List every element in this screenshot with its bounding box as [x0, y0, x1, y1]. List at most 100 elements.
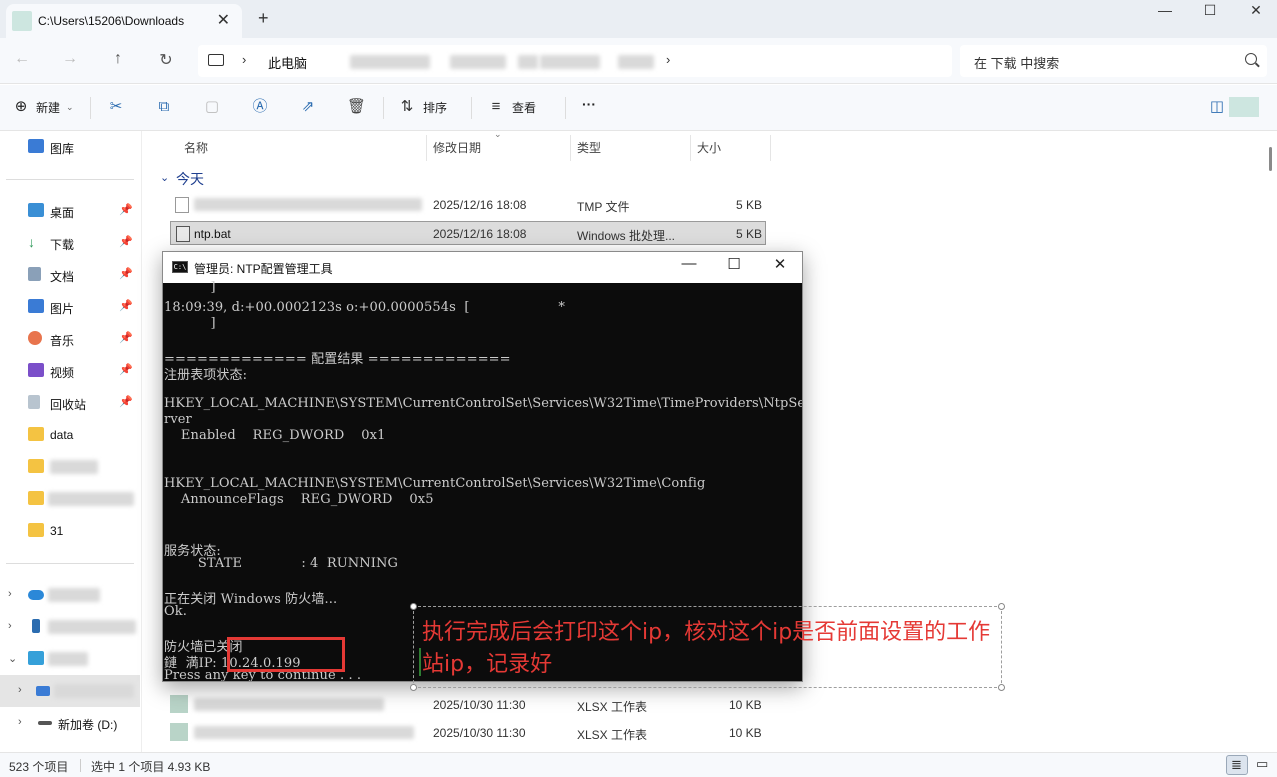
breadcrumb-this-pc[interactable]: 此电脑 [268, 53, 307, 72]
sort-button[interactable]: 排序 [423, 99, 447, 116]
cloud-icon [28, 590, 44, 600]
column-divider[interactable] [770, 135, 771, 161]
column-divider[interactable] [426, 135, 427, 161]
redacted-path [618, 55, 654, 69]
folder-icon [28, 427, 44, 441]
table-row[interactable]: ntp.bat 2025/12/16 18:08 Windows 批处理... … [170, 221, 766, 245]
sidebar-item-folder[interactable] [0, 451, 140, 483]
sidebar-item-label: 桌面 [50, 206, 75, 220]
drive-icon [38, 721, 52, 725]
sidebar-item-downloads[interactable]: ↓ 下载 📌 [0, 227, 140, 259]
sidebar-item-data[interactable]: data [0, 419, 140, 451]
tab-close-icon[interactable]: ✕ [217, 10, 230, 30]
pin-icon[interactable]: 📌 [119, 235, 133, 248]
column-header-date[interactable]: 修改日期 [433, 139, 481, 156]
search-box[interactable]: 在 下载 中搜索 [960, 45, 1267, 77]
search-icon[interactable] [1245, 53, 1257, 65]
copy-icon[interactable]: ⧉ [155, 98, 173, 116]
column-divider[interactable] [570, 135, 571, 161]
sidebar-item-music[interactable]: 音乐 📌 [0, 323, 140, 355]
new-button[interactable]: 新建 [36, 99, 60, 116]
close-button[interactable]: ✕ [1236, 2, 1276, 26]
details-view-button[interactable]: ≣ [1226, 755, 1248, 775]
group-header-today[interactable]: 今天 [176, 169, 204, 189]
refresh-icon[interactable]: ↻ [154, 50, 178, 72]
xlsx-file-icon [170, 695, 188, 713]
sidebar-item-documents[interactable]: 文档 📌 [0, 259, 140, 291]
resize-handle[interactable] [410, 603, 417, 610]
table-row[interactable]: 2025/10/30 11:30 XLSX 工作表 10 KB [170, 693, 766, 717]
pin-icon[interactable]: 📌 [119, 363, 133, 376]
pin-icon[interactable]: 📌 [119, 203, 133, 216]
pin-icon[interactable]: 📌 [119, 299, 133, 312]
view-button[interactable]: 查看 [512, 99, 536, 116]
sidebar-item-folder[interactable] [0, 483, 140, 515]
chevron-right-icon[interactable]: › [18, 684, 22, 696]
explorer-tab[interactable]: C:\Users\15206\Downloads ✕ [6, 4, 242, 38]
sort-icon[interactable]: ⇅ [398, 98, 416, 116]
console-maximize-button[interactable]: ☐ [712, 255, 756, 279]
sidebar-item-phone[interactable]: › [0, 611, 140, 643]
tiles-view-button[interactable]: ▭ [1252, 755, 1274, 775]
chevron-right-icon[interactable]: › [242, 52, 246, 67]
details-pane-icon[interactable]: ◫ [1208, 98, 1226, 116]
scrollbar-thumb[interactable] [1269, 147, 1272, 171]
console-title-bar[interactable]: C:\ 管理员: NTP配置管理工具 — ☐ ✕ [163, 252, 802, 283]
chevron-down-icon[interactable]: ⌄ [160, 171, 169, 184]
new-tab-button[interactable]: + [258, 8, 269, 29]
chevron-right-icon[interactable]: › [8, 588, 12, 600]
sidebar-item-pictures[interactable]: 图片 📌 [0, 291, 140, 323]
search-input[interactable]: 在 下载 中搜索 [974, 53, 1059, 72]
column-header-size[interactable]: 大小 [697, 139, 721, 156]
console-line: HKEY_LOCAL_MACHINE\SYSTEM\CurrentControl… [164, 476, 706, 491]
chevron-down-icon[interactable]: ⌄ [66, 102, 74, 113]
cut-icon[interactable]: ✂ [107, 98, 125, 116]
sidebar-item-this-pc[interactable]: ⌄ [0, 643, 140, 675]
desktop-icon [28, 203, 44, 217]
back-icon[interactable]: ← [10, 50, 34, 72]
resize-handle[interactable] [998, 603, 1005, 610]
pin-icon[interactable]: 📌 [119, 395, 133, 408]
chevron-right-icon[interactable]: › [666, 52, 670, 67]
redacted-path [540, 55, 600, 69]
maximize-button[interactable]: ☐ [1190, 2, 1230, 26]
sidebar-item-drive-c[interactable]: › [0, 675, 140, 707]
resize-handle[interactable] [998, 684, 1005, 691]
column-header-name[interactable]: 名称 [184, 139, 208, 156]
column-header-type[interactable]: 类型 [577, 139, 601, 156]
console-minimize-button[interactable]: — [667, 255, 711, 279]
sidebar-item-label: 文档 [50, 270, 75, 284]
column-divider[interactable] [690, 135, 691, 161]
delete-icon[interactable]: 🗑 [347, 98, 366, 116]
pin-icon[interactable]: 📌 [119, 267, 133, 280]
console-close-button[interactable]: ✕ [758, 255, 802, 279]
annotation-text[interactable]: 执行完成后会打印这个ip，核对这个ip是否前面设置的工作站ip，记录好 [422, 617, 1002, 681]
sidebar-item-onedrive[interactable]: › [0, 579, 140, 611]
sidebar-item-drive-d[interactable]: › 新加卷 (D:) [0, 707, 140, 739]
chevron-down-icon[interactable]: ⌄ [8, 652, 17, 665]
sidebar-item-desktop[interactable]: 桌面 📌 [0, 195, 140, 227]
minimize-button[interactable]: — [1145, 2, 1185, 26]
view-icon[interactable]: ≡ [487, 98, 505, 116]
breadcrumb[interactable]: › 此电脑 › [198, 45, 952, 77]
pin-icon[interactable]: 📌 [119, 331, 133, 344]
chevron-right-icon[interactable]: › [8, 620, 12, 632]
sidebar-item-31[interactable]: 31 [0, 515, 140, 547]
resize-handle[interactable] [410, 684, 417, 691]
vertical-scrollbar[interactable] [1266, 131, 1277, 752]
paste-icon[interactable]: ▢ [203, 98, 221, 116]
chevron-right-icon[interactable]: › [18, 716, 22, 728]
forward-icon[interactable]: → [58, 50, 82, 72]
sidebar-item-videos[interactable]: 视频 📌 [0, 355, 140, 387]
more-options-button[interactable]: ··· [582, 96, 596, 112]
table-row[interactable]: 2025/12/16 18:08 TMP 文件 5 KB [170, 193, 766, 217]
table-row[interactable]: 2025/10/30 11:30 XLSX 工作表 10 KB [170, 721, 766, 745]
sidebar-item-gallery[interactable]: 图库 [0, 131, 140, 163]
sidebar-item-recycle-bin[interactable]: 回收站 📌 [0, 387, 140, 419]
share-icon[interactable]: ⇗ [299, 98, 317, 116]
plus-circle-icon[interactable]: ⊕ [12, 98, 30, 116]
preview-pane-icon[interactable] [1229, 97, 1259, 117]
rename-icon[interactable]: Ⓐ [251, 98, 269, 116]
up-icon[interactable]: ↑ [106, 50, 130, 72]
status-divider [80, 759, 81, 772]
